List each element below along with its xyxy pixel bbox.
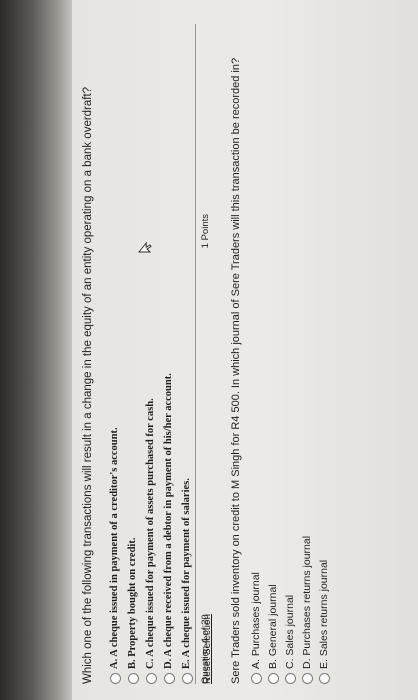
radio-button[interactable] [163,673,175,684]
option-c[interactable]: C. Sales journal [282,58,299,684]
option-label: D. Purchases returns journal [301,535,313,669]
question-stem: Which one of the following transactions … [82,86,94,684]
answer-options: A. Purchases journal B. General journal … [248,58,333,684]
option-label: C. Sales journal [284,594,296,669]
option-e[interactable]: E. A cheque issued for payment of salari… [178,87,196,684]
option-label: C. A cheque issued for payment of assets… [145,398,156,669]
question-stem: Sere Traders sold inventory on credit to… [230,57,242,684]
radio-button[interactable] [319,673,330,684]
option-b[interactable]: B. Property bought on credit. [124,87,142,684]
option-label: B. General journal [267,584,279,669]
option-d[interactable]: D. A cheque received from a debtor in pa… [160,87,178,684]
option-label: B. Property bought on credit. [127,537,138,669]
option-b[interactable]: B. General journal [265,58,282,684]
radio-button[interactable] [302,673,313,684]
monitor-bezel [0,0,72,700]
option-label: D. A cheque received from a debtor in pa… [163,373,174,669]
option-c[interactable]: C. A cheque issued for payment of assets… [142,87,160,684]
option-e[interactable]: E. Sales returns journal [316,58,333,684]
option-a[interactable]: A. A cheque issued in payment of a credi… [106,87,124,684]
radio-button[interactable] [285,673,296,684]
question-number: Question 4 of 20 [200,614,211,684]
option-label: E. A cheque issued for payment of salari… [181,478,192,669]
radio-button[interactable] [268,673,279,684]
option-a[interactable]: A. Purchases journal [248,58,265,684]
option-d[interactable]: D. Purchases returns journal [299,58,316,684]
question-header: Question 4 of 20 1 Points [200,24,216,684]
mouse-pointer-icon [138,241,152,253]
option-label: E. Sales returns journal [318,559,330,669]
question-divider [195,24,196,684]
current-question: Sere Traders sold inventory on credit to… [228,58,333,684]
question-points: 1 Points [200,214,211,249]
radio-button[interactable] [127,673,139,684]
option-label: A. A cheque issued in payment of a credi… [109,427,120,669]
quiz-page: Which one of the following transactions … [72,0,418,700]
radio-button[interactable] [145,673,157,684]
option-label: A. Purchases journal [250,572,262,669]
answer-options: A. A cheque issued in payment of a credi… [106,87,196,684]
radio-button[interactable] [109,673,121,684]
radio-button[interactable] [251,673,262,684]
radio-button[interactable] [181,673,193,684]
screen: Which one of the following transactions … [72,0,418,700]
